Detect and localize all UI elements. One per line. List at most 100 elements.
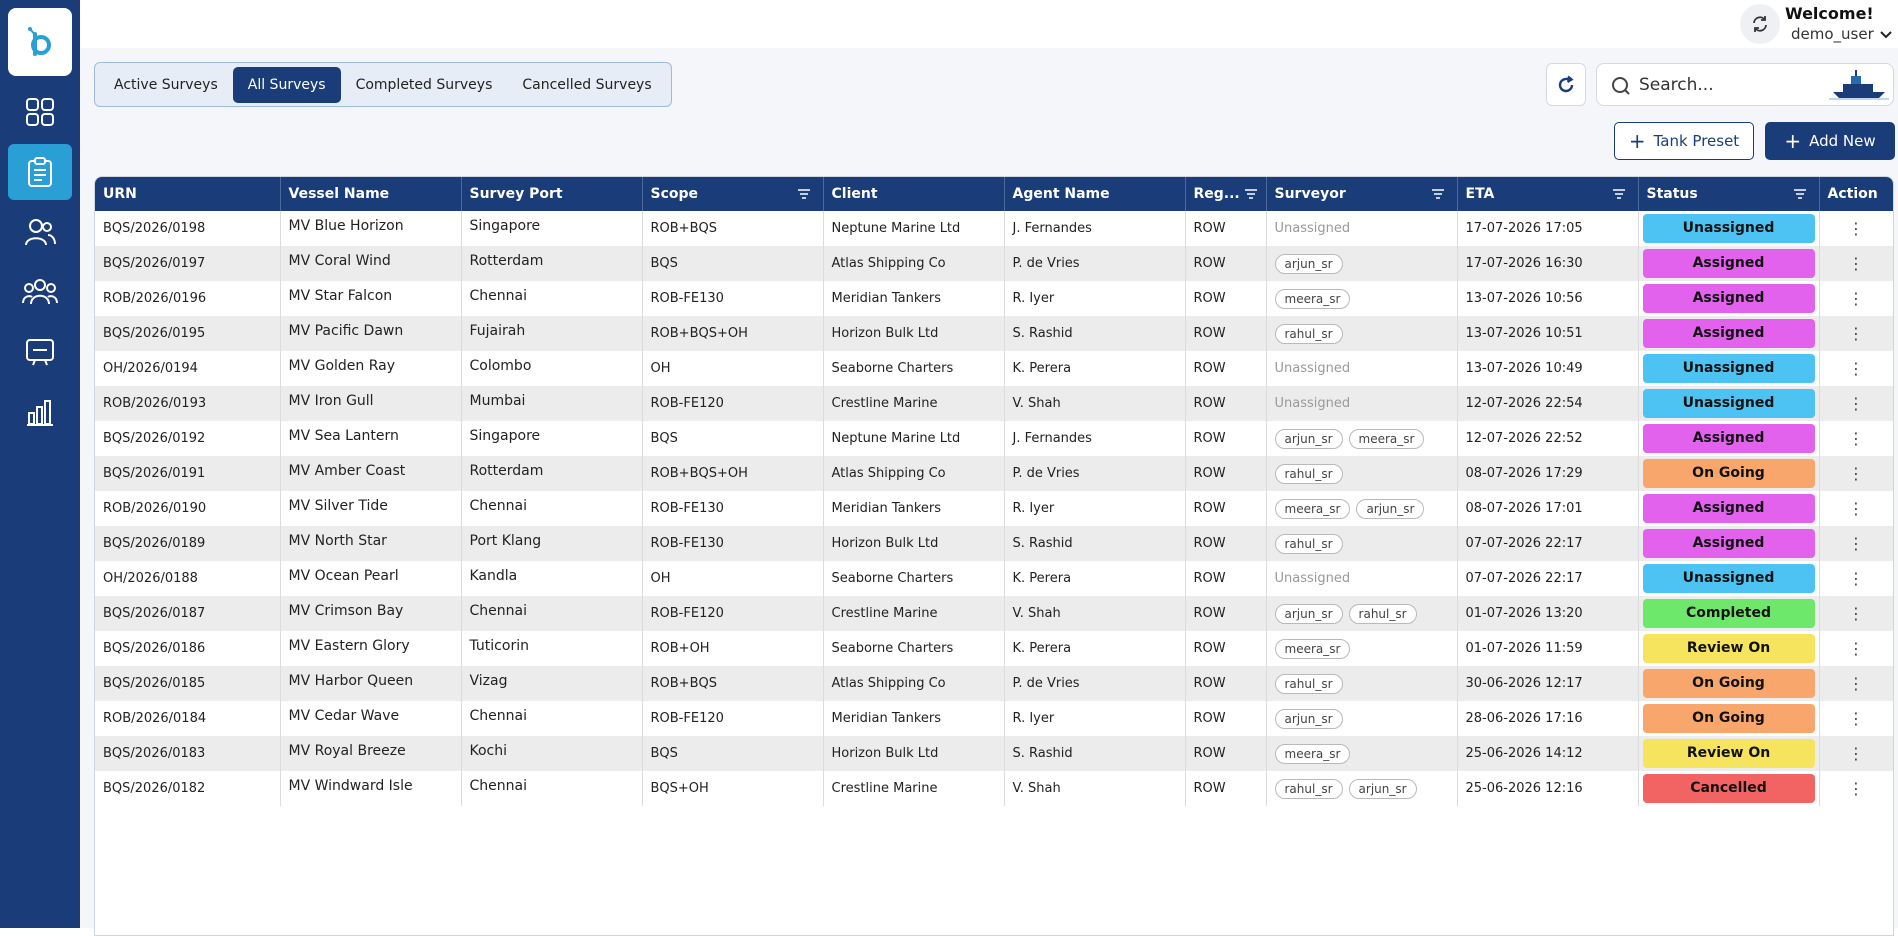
cell-region: ROW	[1185, 456, 1267, 491]
col-region[interactable]: Reg...	[1185, 177, 1267, 211]
tank-preset-button[interactable]: + Tank Preset	[1614, 122, 1754, 160]
more-options-icon[interactable]: ⋮	[1848, 289, 1864, 308]
nav-dashboard[interactable]	[8, 84, 72, 140]
search-box[interactable]: Search...	[1596, 63, 1894, 106]
surveyor-chip[interactable]: arjun_sr	[1274, 708, 1343, 729]
tab-completed-surveys[interactable]: Completed Surveys	[341, 67, 508, 103]
cell-survey-port: Chennai	[461, 771, 643, 806]
surveyor-chip[interactable]: meera_sr	[1274, 743, 1351, 764]
nav-users[interactable]	[8, 204, 72, 260]
surveyor-chip[interactable]: rahul_sr	[1274, 533, 1343, 554]
table-row[interactable]: OH/2026/0194 MV Golden Ray Colombo OH Seabor…	[95, 351, 1893, 386]
nav-reports[interactable]	[8, 384, 72, 440]
more-options-icon[interactable]: ⋮	[1848, 779, 1864, 798]
more-options-icon[interactable]: ⋮	[1848, 254, 1864, 273]
more-options-icon[interactable]: ⋮	[1848, 709, 1864, 728]
surveyor-chip[interactable]: rahul_sr	[1274, 463, 1343, 484]
table-row[interactable]: BQS/2026/0191 MV Amber Coast Rotterdam ROB+…	[95, 456, 1893, 491]
more-options-icon[interactable]: ⋮	[1848, 499, 1864, 518]
table-row[interactable]: BQS/2026/0198 MV Blue Horizon Singapore ROB…	[95, 211, 1893, 246]
table-row[interactable]: ROB/2026/0196 MV Star Falcon Chennai ROB-FE…	[95, 281, 1893, 316]
col-survey-port[interactable]: Survey Port	[461, 177, 643, 211]
cell-action: ⋮	[1819, 456, 1893, 491]
filter-icon[interactable]	[1793, 188, 1807, 200]
table-row[interactable]: OH/2026/0188 MV Ocean Pearl Kandla OH Seabor…	[95, 561, 1893, 596]
refresh-button[interactable]	[1546, 63, 1586, 106]
status-badge: Assigned	[1642, 249, 1815, 278]
sync-button[interactable]	[1740, 4, 1780, 44]
monitor-icon	[26, 339, 54, 366]
table-row[interactable]: BQS/2026/0182 MV Windward Isle Chennai BQS+…	[95, 771, 1893, 806]
tab-active-surveys[interactable]: Active Surveys	[99, 67, 233, 103]
more-options-icon[interactable]: ⋮	[1848, 674, 1864, 693]
table-row[interactable]: BQS/2026/0197 MV Coral Wind Rotterdam BQS At…	[95, 246, 1893, 281]
table-row[interactable]: BQS/2026/0187 MV Crimson Bay Chennai ROB-FE…	[95, 596, 1893, 631]
surveyor-chip[interactable]: meera_sr	[1274, 288, 1351, 309]
nav-teams[interactable]	[8, 264, 72, 320]
more-options-icon[interactable]: ⋮	[1848, 639, 1864, 658]
tab-cancelled-surveys[interactable]: Cancelled Surveys	[507, 67, 666, 103]
table-row[interactable]: BQS/2026/0189 MV North Star Port Klang ROB-…	[95, 526, 1893, 561]
more-options-icon[interactable]: ⋮	[1848, 569, 1864, 588]
cell-vessel-name: MV Iron Gull	[280, 386, 462, 421]
table-row[interactable]: ROB/2026/0193 MV Iron Gull Mumbai ROB-FE120…	[95, 386, 1893, 421]
filter-icon[interactable]	[1244, 188, 1258, 200]
surveyor-chip[interactable]: arjun_sr	[1274, 428, 1343, 449]
more-options-icon[interactable]: ⋮	[1848, 604, 1864, 623]
table-row[interactable]: ROB/2026/0184 MV Cedar Wave Chennai ROB-FE1…	[95, 701, 1893, 736]
surveyor-chip[interactable]: meera_sr	[1348, 428, 1425, 449]
cell-surveyor: meera_sr	[1266, 281, 1458, 316]
nav-monitor[interactable]	[8, 324, 72, 380]
table-row[interactable]: BQS/2026/0185 MV Harbor Queen Vizag ROB+BQS…	[95, 666, 1893, 701]
more-options-icon[interactable]: ⋮	[1848, 359, 1864, 378]
more-options-icon[interactable]: ⋮	[1848, 324, 1864, 343]
col-surveyor[interactable]: Surveyor	[1266, 177, 1458, 211]
col-eta[interactable]: ETA	[1457, 177, 1639, 211]
cell-urn: ROB/2026/0184	[95, 701, 281, 736]
cell-scope: OH	[642, 351, 824, 386]
surveyor-chip[interactable]: rahul_sr	[1274, 673, 1343, 694]
filter-icon[interactable]	[1612, 188, 1626, 200]
filter-icon[interactable]	[797, 188, 811, 200]
more-options-icon[interactable]: ⋮	[1848, 429, 1864, 448]
nav-surveys[interactable]	[8, 144, 72, 200]
table-row[interactable]: BQS/2026/0195 MV Pacific Dawn Fujairah ROB+…	[95, 316, 1893, 351]
search-input[interactable]: Search...	[1639, 75, 1714, 95]
add-new-button[interactable]: + Add New	[1765, 122, 1895, 160]
more-options-icon[interactable]: ⋮	[1848, 394, 1864, 413]
surveyor-chip[interactable]: arjun_sr	[1274, 603, 1343, 624]
col-surveyor-label: Surveyor	[1274, 186, 1346, 202]
surveyor-chip[interactable]: meera_sr	[1274, 498, 1351, 519]
surveyor-chip[interactable]: rahul_sr	[1274, 778, 1343, 799]
col-scope[interactable]: Scope	[642, 177, 824, 211]
status-badge: Unassigned	[1642, 354, 1815, 383]
surveyor-chip[interactable]: rahul_sr	[1348, 603, 1417, 624]
surveyor-chip[interactable]: meera_sr	[1274, 638, 1351, 659]
user-menu[interactable]: Welcome! demo_user	[1785, 4, 1895, 43]
col-vessel-name[interactable]: Vessel Name	[280, 177, 462, 211]
col-client[interactable]: Client	[823, 177, 1005, 211]
more-options-icon[interactable]: ⋮	[1848, 744, 1864, 763]
col-agent-name[interactable]: Agent Name	[1004, 177, 1186, 211]
surveyor-chip[interactable]: rahul_sr	[1274, 323, 1343, 344]
table-row[interactable]: BQS/2026/0186 MV Eastern Glory Tuticorin RO…	[95, 631, 1893, 666]
cell-urn: BQS/2026/0197	[95, 246, 281, 281]
more-options-icon[interactable]: ⋮	[1848, 464, 1864, 483]
surveyor-chip[interactable]: arjun_sr	[1274, 253, 1343, 274]
filter-icon[interactable]	[1431, 188, 1445, 200]
table-row[interactable]: BQS/2026/0192 MV Sea Lantern Singapore BQS N…	[95, 421, 1893, 456]
cell-status: Unassigned	[1638, 561, 1820, 596]
cell-agent-name: P. de Vries	[1004, 456, 1186, 491]
more-options-icon[interactable]: ⋮	[1848, 219, 1864, 238]
col-urn[interactable]: URN	[95, 177, 281, 211]
table-row[interactable]: BQS/2026/0183 MV Royal Breeze Kochi BQS Hori…	[95, 736, 1893, 771]
col-status[interactable]: Status	[1638, 177, 1820, 211]
cell-action: ⋮	[1819, 666, 1893, 701]
app-logo[interactable]	[8, 8, 72, 76]
cell-action: ⋮	[1819, 281, 1893, 316]
tab-all-surveys[interactable]: All Surveys	[232, 66, 341, 103]
surveyor-chip[interactable]: arjun_sr	[1348, 778, 1417, 799]
more-options-icon[interactable]: ⋮	[1848, 534, 1864, 553]
surveyor-chip[interactable]: arjun_sr	[1356, 498, 1425, 519]
table-row[interactable]: ROB/2026/0190 MV Silver Tide Chennai ROB-FE…	[95, 491, 1893, 526]
